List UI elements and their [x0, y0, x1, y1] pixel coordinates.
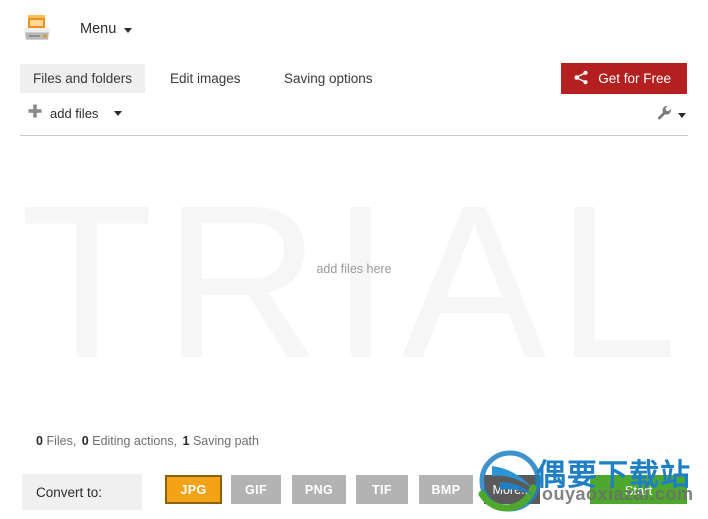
toolbar-divider	[20, 135, 688, 136]
format-button-png[interactable]: PNG	[292, 475, 346, 504]
tab-files-and-folders[interactable]: Files and folders	[20, 64, 146, 93]
menu-label: Menu	[80, 21, 117, 37]
get-for-free-button[interactable]: Get for Free	[561, 63, 687, 94]
app-icon	[20, 12, 54, 46]
chevron-down-icon[interactable]	[678, 112, 686, 118]
chevron-down-icon	[124, 27, 133, 33]
status-files-label: Files,	[46, 434, 77, 448]
toolbar: add files	[0, 100, 708, 132]
bottom-bar: Convert to: JPG GIF PNG TIF BMP More... …	[0, 472, 708, 515]
get-for-free-label: Get for Free	[598, 71, 671, 86]
add-files-button[interactable]: add files	[28, 104, 123, 123]
tab-saving-options[interactable]: Saving options	[271, 64, 386, 93]
format-button-more[interactable]: More...	[484, 475, 540, 504]
format-button-jpg[interactable]: JPG	[165, 475, 222, 504]
status-saving-count: 1	[182, 434, 190, 448]
status-line: 0 Files, 0 Editing actions, 1 Saving pat…	[36, 434, 261, 448]
chevron-down-icon[interactable]	[114, 111, 123, 116]
format-button-tif[interactable]: TIF	[356, 475, 408, 504]
file-drop-area[interactable]: TRIAL add files here	[20, 140, 688, 425]
title-bar: Menu	[0, 0, 708, 58]
format-button-gif[interactable]: GIF	[231, 475, 281, 504]
tools-button[interactable]	[657, 105, 686, 125]
convert-to-label: Convert to:	[22, 474, 142, 510]
format-button-bmp[interactable]: BMP	[419, 475, 473, 504]
tab-edit-images[interactable]: Edit images	[157, 64, 254, 93]
wrench-icon	[657, 105, 672, 125]
share-icon	[574, 70, 589, 88]
menu-button[interactable]: Menu	[74, 17, 138, 41]
status-files-count: 0	[36, 434, 43, 448]
drop-hint-label: add files here	[316, 262, 392, 276]
add-files-label: add files	[50, 106, 99, 121]
plus-icon	[28, 104, 42, 123]
start-button[interactable]: Start	[590, 475, 687, 504]
status-editing-label: Editing actions,	[92, 434, 178, 448]
trial-watermark: TRIAL	[20, 160, 688, 404]
status-editing-count: 0	[81, 434, 89, 448]
status-saving-label: Saving path	[192, 434, 259, 448]
